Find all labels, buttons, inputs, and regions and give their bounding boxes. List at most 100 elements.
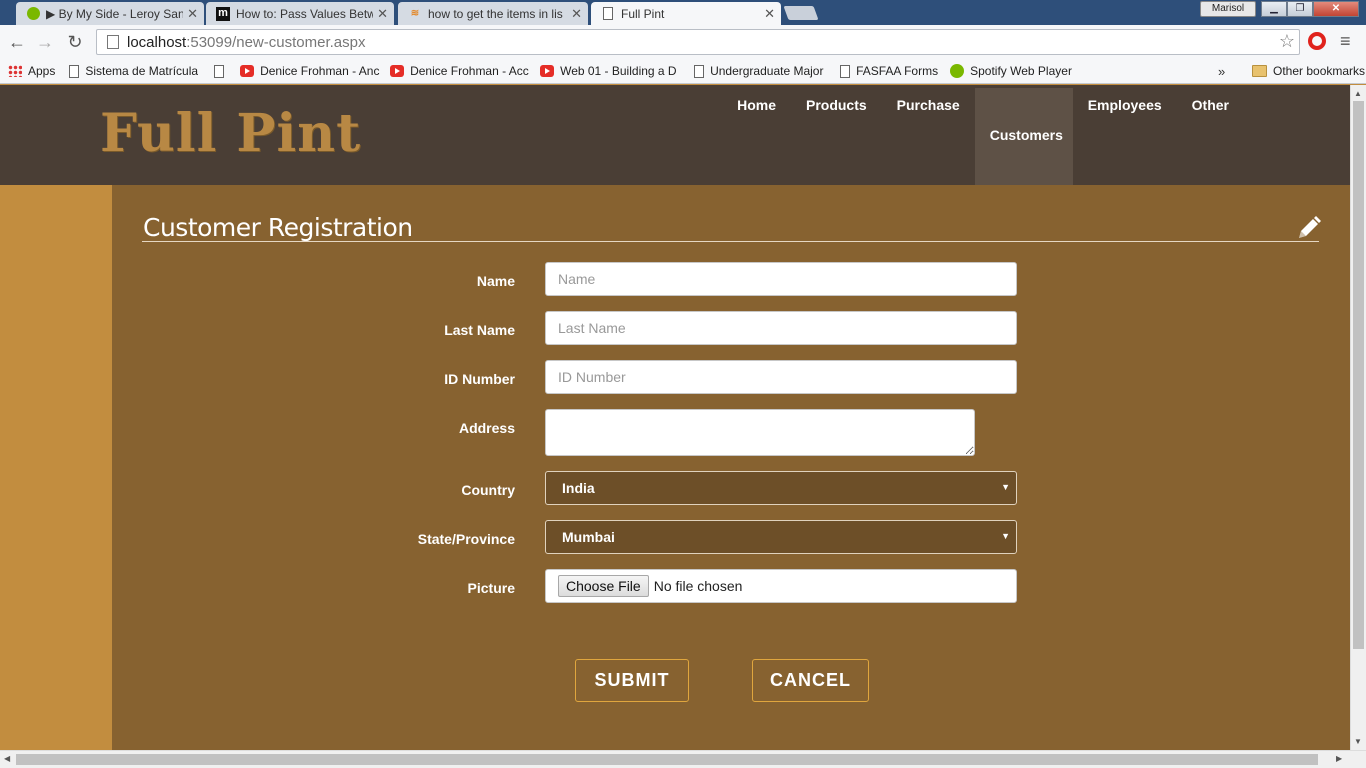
bookmarks-overflow-icon[interactable]: » (1218, 64, 1225, 79)
id-number-input[interactable] (545, 360, 1017, 394)
nav-purchase[interactable]: Purchase (882, 88, 975, 185)
bookmark-label: Denice Frohman - Anc (260, 64, 380, 78)
scrollbar-thumb[interactable] (16, 754, 1318, 765)
bookmark-item[interactable]: Sistema de Matrícula (69, 64, 198, 78)
state-selected-value: Mumbai (562, 529, 615, 545)
state-select[interactable]: Mumbai ▼ (545, 520, 1017, 554)
site-header: Full Pint Home Products Purchase Custome… (0, 85, 1350, 185)
url-path: :53099/new-customer.aspx (186, 33, 366, 51)
name-input[interactable] (545, 262, 1017, 296)
restore-icon[interactable]: ❐ (1287, 1, 1313, 17)
browser-tab[interactable]: m How to: Pass Values Betw ✕ (206, 2, 394, 25)
menu-icon[interactable]: ≡ (1340, 31, 1351, 52)
spotify-icon (26, 7, 40, 21)
scroll-up-icon[interactable]: ▲ (1354, 89, 1362, 98)
bookmark-label: Spotify Web Player (970, 64, 1072, 78)
page-icon (107, 35, 119, 49)
horizontal-scrollbar[interactable]: ◀ ▶ (0, 750, 1366, 768)
main-nav: Home Products Purchase Customers Employe… (722, 88, 1350, 185)
back-icon[interactable]: ← (6, 31, 28, 53)
other-bookmarks[interactable]: Other bookmarks (1252, 64, 1365, 78)
youtube-icon (240, 65, 255, 77)
bookmark-item[interactable]: Denice Frohman - Acc (390, 64, 530, 78)
browser-tab-title: How to: Pass Values Betw (236, 6, 374, 21)
close-icon[interactable]: ✕ (377, 6, 388, 22)
page-icon (601, 7, 615, 21)
scrollbar-thumb[interactable] (1353, 101, 1364, 649)
bookmark-label: Other bookmarks (1273, 64, 1366, 78)
close-icon[interactable]: ✕ (764, 6, 775, 22)
bookmark-item[interactable]: Denice Frohman - Anc (240, 64, 380, 78)
bookmark-item[interactable]: FASFAA Forms (840, 64, 938, 78)
nav-customers[interactable]: Customers (974, 88, 1073, 185)
address-textarea[interactable] (545, 409, 975, 456)
folder-icon (1252, 65, 1267, 77)
spotify-icon (950, 64, 965, 78)
reload-icon[interactable]: ↻ (64, 31, 86, 53)
registration-panel: Customer Registration Name Last Name ID … (112, 185, 1350, 750)
opera-extension-icon[interactable] (1308, 32, 1326, 50)
id-number-label: ID Number (444, 371, 515, 387)
bookmark-label: Undergraduate Major (710, 64, 824, 78)
bookmark-label: Apps (28, 64, 56, 78)
document-icon (694, 64, 705, 78)
address-bar[interactable]: localhost :53099/new-customer.aspx ☆ (96, 29, 1300, 55)
chevron-down-icon: ▼ (1001, 531, 1010, 541)
scroll-right-icon[interactable]: ▶ (1336, 754, 1342, 763)
country-label: Country (461, 482, 515, 498)
last-name-input[interactable] (545, 311, 1017, 345)
cancel-button[interactable]: CANCEL (752, 659, 869, 702)
youtube-icon (540, 65, 555, 77)
browser-tab[interactable]: ≋ how to get the items in lis ✕ (398, 2, 588, 25)
document-icon (840, 64, 851, 78)
page-viewport: Full Pint Home Products Purchase Custome… (0, 85, 1350, 750)
file-status: No file chosen (653, 578, 743, 594)
bookmark-item[interactable]: Undergraduate Major (694, 64, 830, 78)
pencil-icon[interactable] (1296, 215, 1322, 241)
bookmark-star-icon[interactable]: ☆ (1279, 31, 1295, 52)
browser-tab-strip: ▶ By My Side - Leroy San ✕ m How to: Pas… (0, 0, 1366, 25)
url-host: localhost (127, 33, 187, 51)
youtube-icon (390, 65, 405, 77)
scroll-left-icon[interactable]: ◀ (4, 754, 10, 763)
browser-tab[interactable]: ▶ By My Side - Leroy San ✕ (16, 2, 204, 25)
country-select[interactable]: India ▼ (545, 471, 1017, 505)
close-icon[interactable]: ✕ (187, 6, 198, 22)
nav-other[interactable]: Other (1177, 88, 1350, 185)
chevron-down-icon: ▼ (1001, 482, 1010, 492)
nav-employees[interactable]: Employees (1073, 88, 1177, 185)
submit-button[interactable]: SUBMIT (575, 659, 689, 702)
new-tab-button[interactable] (783, 6, 819, 20)
bookmark-apps[interactable]: Apps (8, 64, 55, 78)
forward-icon[interactable]: → (34, 31, 56, 53)
bookmark-label: Web 01 - Building a D (560, 64, 677, 78)
document-icon (214, 64, 225, 78)
browser-toolbar: ← → ↻ localhost :53099/new-customer.aspx… (0, 25, 1366, 59)
site-logo[interactable]: Full Pint (100, 103, 361, 164)
state-label: State/Province (417, 531, 515, 547)
browser-tab-active[interactable]: Full Pint ✕ (591, 2, 781, 25)
document-icon (69, 64, 80, 78)
vertical-scrollbar[interactable]: ▲ ▼ (1350, 85, 1366, 750)
apps-icon (8, 65, 22, 77)
last-name-label: Last Name (444, 322, 515, 338)
nav-home[interactable]: Home (722, 88, 791, 185)
minimize-icon[interactable]: ▁ (1261, 1, 1287, 17)
bookmark-label: Sistema de Matrícula (85, 64, 199, 78)
bookmark-label: FASFAA Forms (856, 64, 939, 78)
scroll-down-icon[interactable]: ▼ (1354, 737, 1362, 746)
bookmark-item[interactable]: Spotify Web Player (950, 64, 1072, 78)
title-divider (142, 241, 1319, 242)
close-window-icon[interactable]: ✕ (1313, 1, 1359, 17)
close-icon[interactable]: ✕ (571, 6, 582, 22)
address-label: Address (458, 420, 515, 436)
bookmark-item[interactable] (214, 64, 230, 78)
profile-button[interactable]: Marisol (1200, 1, 1256, 17)
browser-tab-title: how to get the items in lis (428, 6, 563, 21)
bookmarks-bar: Apps Sistema de Matrícula Denice Frohman… (0, 59, 1366, 84)
choose-file-button[interactable]: Choose File (558, 575, 649, 597)
nav-products[interactable]: Products (791, 88, 882, 185)
name-label: Name (476, 273, 515, 289)
window-controls: ▁ ❐ ✕ (1261, 1, 1359, 17)
bookmark-item[interactable]: Web 01 - Building a D (540, 64, 682, 78)
